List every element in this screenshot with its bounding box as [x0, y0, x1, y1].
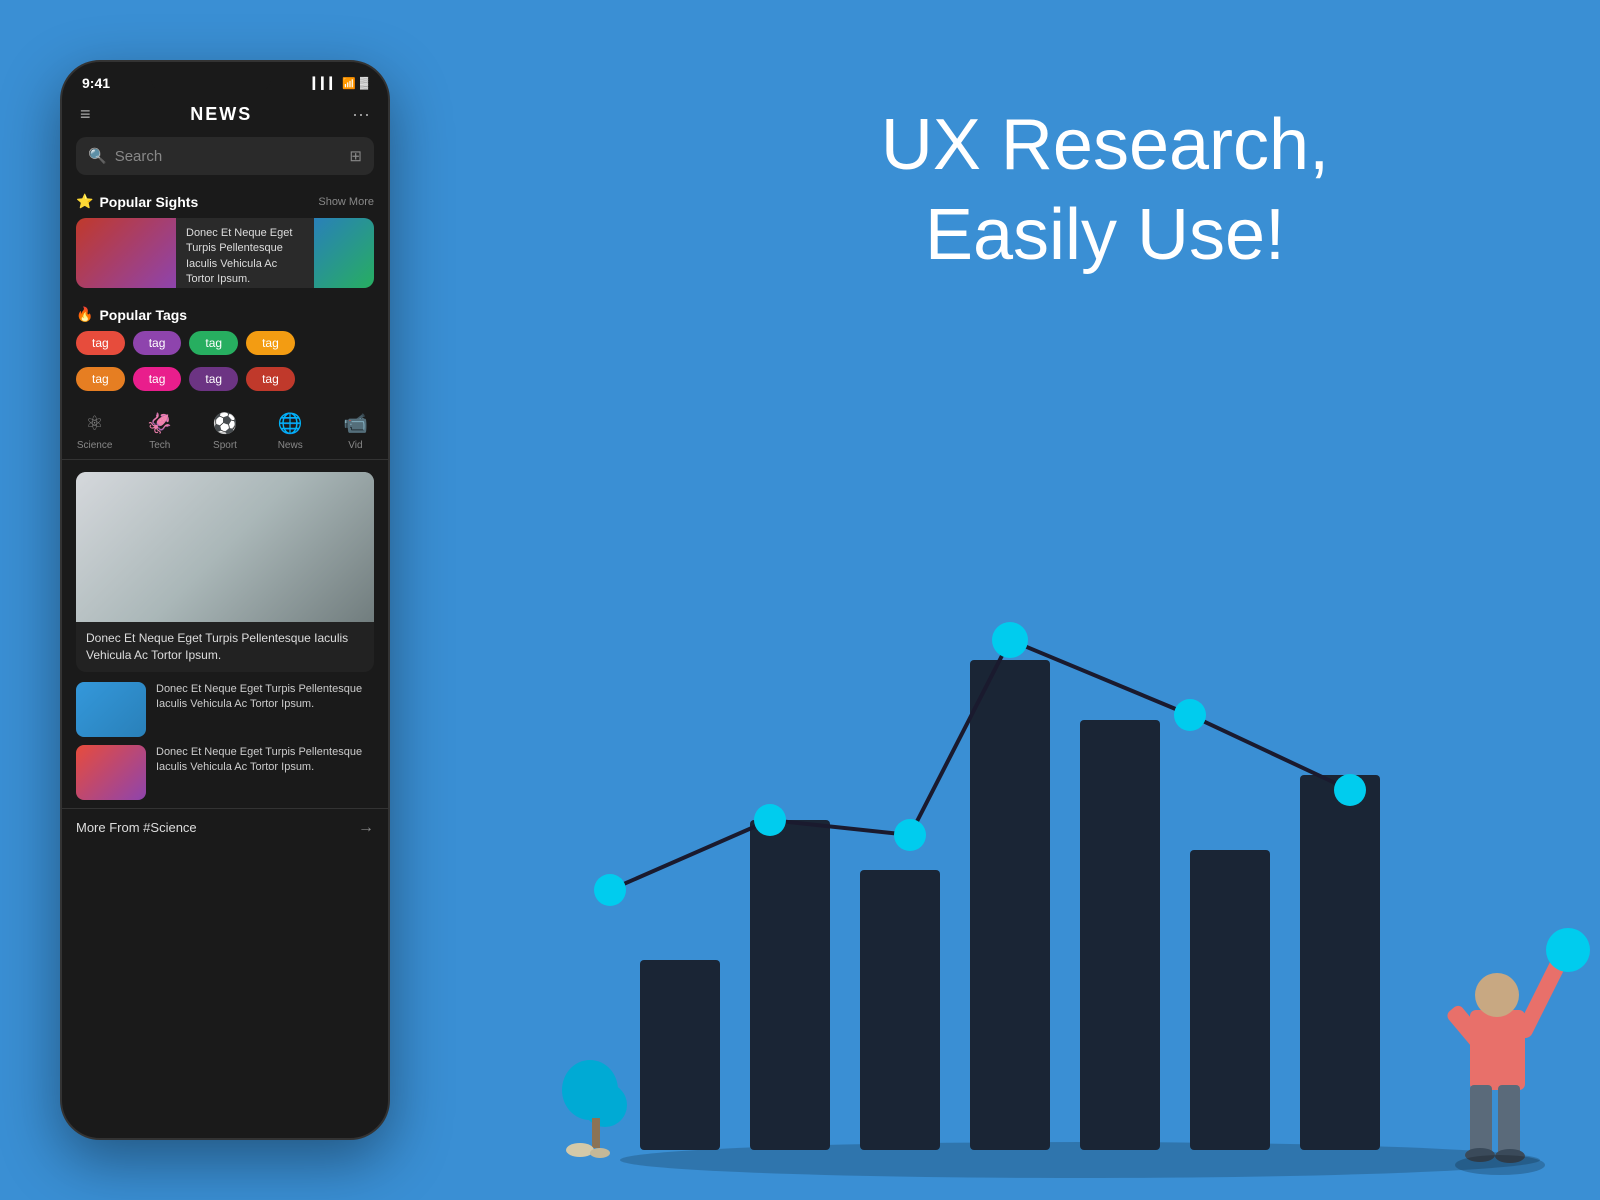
search-icon: 🔍 — [88, 147, 107, 165]
wifi-icon: 📶 — [342, 77, 356, 90]
tab-sport[interactable]: ⚽ Sport — [192, 403, 257, 459]
popular-tags-title: 🔥 Popular Tags — [76, 306, 187, 323]
tab-video[interactable]: 📹 Vid — [323, 403, 388, 459]
tag-6[interactable]: tag — [133, 367, 182, 391]
tab-science[interactable]: ⚛ Science — [62, 403, 127, 459]
main-article-caption: Donec Et Neque Eget Turpis Pellentesque … — [76, 622, 374, 672]
sights-image-left — [76, 218, 176, 288]
tag-3[interactable]: tag — [189, 331, 238, 355]
notch — [151, 70, 271, 92]
list-text-2: Donec Et Neque Eget Turpis Pellentesque … — [156, 745, 374, 776]
tags-row-2: tag tag tag tag — [62, 367, 388, 391]
tab-tech[interactable]: 🦑 Tech — [127, 403, 192, 459]
category-tabs: ⚛ Science 🦑 Tech ⚽ Sport 🌐 News — [62, 403, 388, 460]
sights-card[interactable]: Donec Et Neque Eget Turpis Pellentesque … — [76, 218, 374, 288]
tags-row-1: tag tag tag tag — [62, 331, 388, 355]
app-title: NEWS — [190, 104, 252, 125]
battery-icon: ▓ — [360, 77, 368, 89]
tag-4[interactable]: tag — [246, 331, 295, 355]
headline: UX Research, Easily Use! — [630, 100, 1580, 280]
headline-line1: UX Research, — [630, 100, 1580, 190]
tag-7[interactable]: tag — [189, 367, 238, 391]
sights-image-right — [314, 218, 374, 288]
sport-icon: ⚽ — [213, 411, 238, 436]
science-icon: ⚛ — [86, 411, 104, 436]
lab-image — [76, 472, 374, 622]
star-icon: ⭐ — [76, 193, 93, 210]
list-article-2[interactable]: Donec Et Neque Eget Turpis Pellentesque … — [76, 745, 374, 800]
filter-icon[interactable]: ⊞ — [349, 147, 362, 165]
tab-news[interactable]: 🌐 News — [258, 403, 323, 459]
science-label: Science — [77, 440, 113, 451]
news-icon: 🌐 — [278, 411, 303, 436]
sights-text: Donec Et Neque Eget Turpis Pellentesque … — [176, 218, 314, 288]
popular-tags-header: 🔥 Popular Tags — [62, 302, 388, 331]
tag-2[interactable]: tag — [133, 331, 182, 355]
video-icon: 📹 — [343, 411, 368, 436]
chart-illustration — [550, 450, 1600, 1200]
main-article-image — [76, 472, 374, 622]
app-content: ≡ NEWS ··· 🔍 Search ⊞ ⭐ Popular Sights — [62, 92, 388, 847]
menu-icon[interactable]: ≡ — [80, 104, 91, 125]
phone-mockup: 9:41 ▎▎▎ 📶 ▓ ≡ NEWS ··· 🔍 — [60, 60, 390, 1140]
list-thumb-1 — [76, 682, 146, 737]
status-time: 9:41 — [82, 75, 110, 91]
list-text-1: Donec Et Neque Eget Turpis Pellentesque … — [156, 682, 374, 713]
tech-label: Tech — [149, 440, 170, 451]
headline-line2: Easily Use! — [630, 190, 1580, 280]
more-from-text: More From #Science — [76, 820, 197, 835]
fire-icon: 🔥 — [76, 306, 93, 323]
tag-5[interactable]: tag — [76, 367, 125, 391]
main-article[interactable]: Donec Et Neque Eget Turpis Pellentesque … — [76, 472, 374, 672]
search-input[interactable]: Search — [115, 148, 342, 165]
signal-icon: ▎▎▎ — [313, 77, 338, 90]
right-panel: UX Research, Easily Use! — [500, 0, 1600, 1200]
popular-sights-title: ⭐ Popular Sights — [76, 193, 198, 210]
status-icons: ▎▎▎ 📶 ▓ — [313, 77, 368, 90]
more-from-arrow: → — [358, 819, 374, 837]
popular-sights-header: ⭐ Popular Sights Show More — [62, 189, 388, 218]
tag-8[interactable]: tag — [246, 367, 295, 391]
news-label: News — [278, 440, 303, 451]
list-thumb-2 — [76, 745, 146, 800]
list-article-1[interactable]: Donec Et Neque Eget Turpis Pellentesque … — [76, 682, 374, 737]
tech-icon: 🦑 — [147, 411, 172, 436]
tag-1[interactable]: tag — [76, 331, 125, 355]
more-from[interactable]: More From #Science → — [62, 808, 388, 847]
status-bar: 9:41 ▎▎▎ 📶 ▓ — [62, 62, 388, 92]
sport-label: Sport — [213, 440, 237, 451]
top-nav: ≡ NEWS ··· — [62, 92, 388, 137]
video-label: Vid — [348, 440, 362, 451]
more-icon[interactable]: ··· — [352, 104, 370, 125]
search-bar[interactable]: 🔍 Search ⊞ — [76, 137, 374, 175]
show-more-button[interactable]: Show More — [318, 196, 374, 208]
